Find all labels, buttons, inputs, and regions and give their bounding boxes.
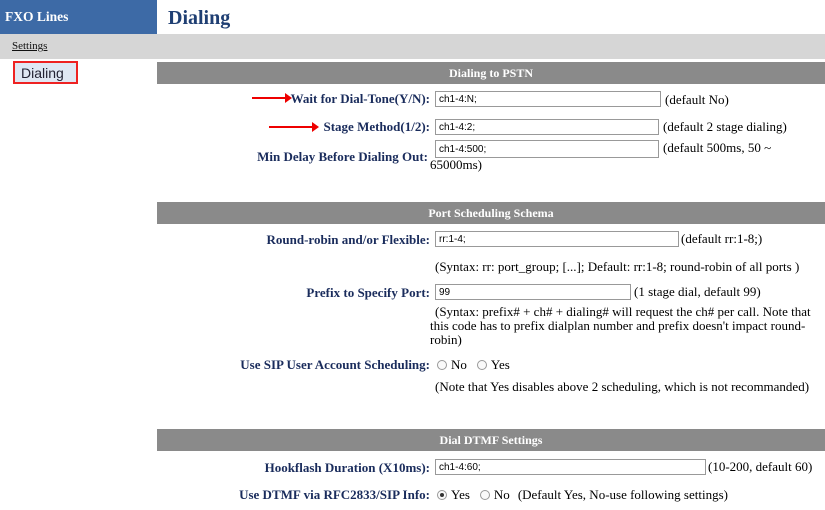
prefix-port-note: (1 stage dial, default 99): [634, 284, 761, 299]
sip-scheduling-yes-radio[interactable]: [476, 360, 487, 370]
round-robin-syntax: (Syntax: rr: port_group; [...]; Default:…: [435, 259, 800, 274]
min-delay-label: Min Delay Before Dialing Out:: [257, 149, 428, 164]
sip-scheduling-label: Use SIP User Account Scheduling:: [240, 357, 430, 372]
section-header-port-scheduling: Port Scheduling Schema: [157, 202, 825, 224]
dtmf-rfc-radio-group: Yes No (Default Yes, No-use following se…: [437, 487, 728, 503]
stage-method-label: Stage Method(1/2):: [323, 119, 430, 134]
sidebar: FXO Lines Settings Dialing: [0, 0, 157, 510]
dtmf-rfc-note: (Default Yes, No-use following settings): [517, 487, 728, 502]
annotation-arrow-icon: [252, 93, 292, 103]
prefix-port-input[interactable]: [435, 284, 631, 300]
wait-dialtone-label: Wait for Dial-Tone(Y/N):: [290, 91, 430, 106]
dtmf-rfc-no-radio[interactable]: [479, 490, 490, 500]
dtmf-rfc-yes-label: Yes: [451, 487, 470, 502]
min-delay-note-cont: 65000ms): [430, 157, 482, 172]
sidebar-item-dialing[interactable]: Dialing: [13, 61, 78, 84]
stage-method-note: (default 2 stage dialing): [663, 119, 787, 134]
section-header-dtmf: Dial DTMF Settings: [157, 429, 825, 451]
title-bar: [157, 34, 825, 59]
wait-dialtone-input[interactable]: [435, 91, 661, 107]
prefix-port-syntax-line1: (Syntax: prefix# + ch# + dialing# will r…: [435, 304, 811, 319]
sidebar-header: FXO Lines: [0, 0, 157, 34]
dtmf-rfc-no-label: No: [493, 487, 510, 502]
round-robin-input[interactable]: [435, 231, 679, 247]
min-delay-note: (default 500ms, 50 ~: [663, 140, 772, 155]
stage-method-input[interactable]: [435, 119, 659, 135]
hookflash-note: (10-200, default 60): [708, 459, 813, 474]
round-robin-label: Round-robin and/or Flexible:: [266, 232, 431, 247]
section-header-pstn: Dialing to PSTN: [157, 62, 825, 84]
sip-scheduling-yes-label: Yes: [490, 357, 510, 372]
sidebar-settings-link[interactable]: Settings: [0, 34, 157, 59]
sip-scheduling-note: (Note that Yes disables above 2 scheduli…: [435, 379, 810, 394]
dtmf-rfc-label: Use DTMF via RFC2833/SIP Info:: [239, 487, 430, 502]
prefix-port-label: Prefix to Specify Port:: [306, 285, 430, 300]
annotation-arrow-icon: [269, 122, 319, 132]
hookflash-label: Hookflash Duration (X10ms):: [264, 460, 430, 475]
min-delay-input[interactable]: [435, 140, 659, 158]
wait-dialtone-note: (default No): [665, 92, 729, 107]
sip-scheduling-no-label: No: [451, 357, 467, 372]
dtmf-rfc-yes-radio[interactable]: [437, 490, 447, 500]
page-title: Dialing: [168, 7, 231, 29]
hookflash-input[interactable]: [435, 459, 706, 475]
prefix-port-syntax-line3: robin): [430, 332, 462, 347]
round-robin-note: (default rr:1-8;): [681, 231, 763, 246]
sip-scheduling-radio-group: No Yes: [437, 357, 510, 373]
sip-scheduling-no-radio[interactable]: [437, 360, 447, 370]
prefix-port-syntax-line2: this code has to prefix dialplan number …: [430, 318, 806, 333]
